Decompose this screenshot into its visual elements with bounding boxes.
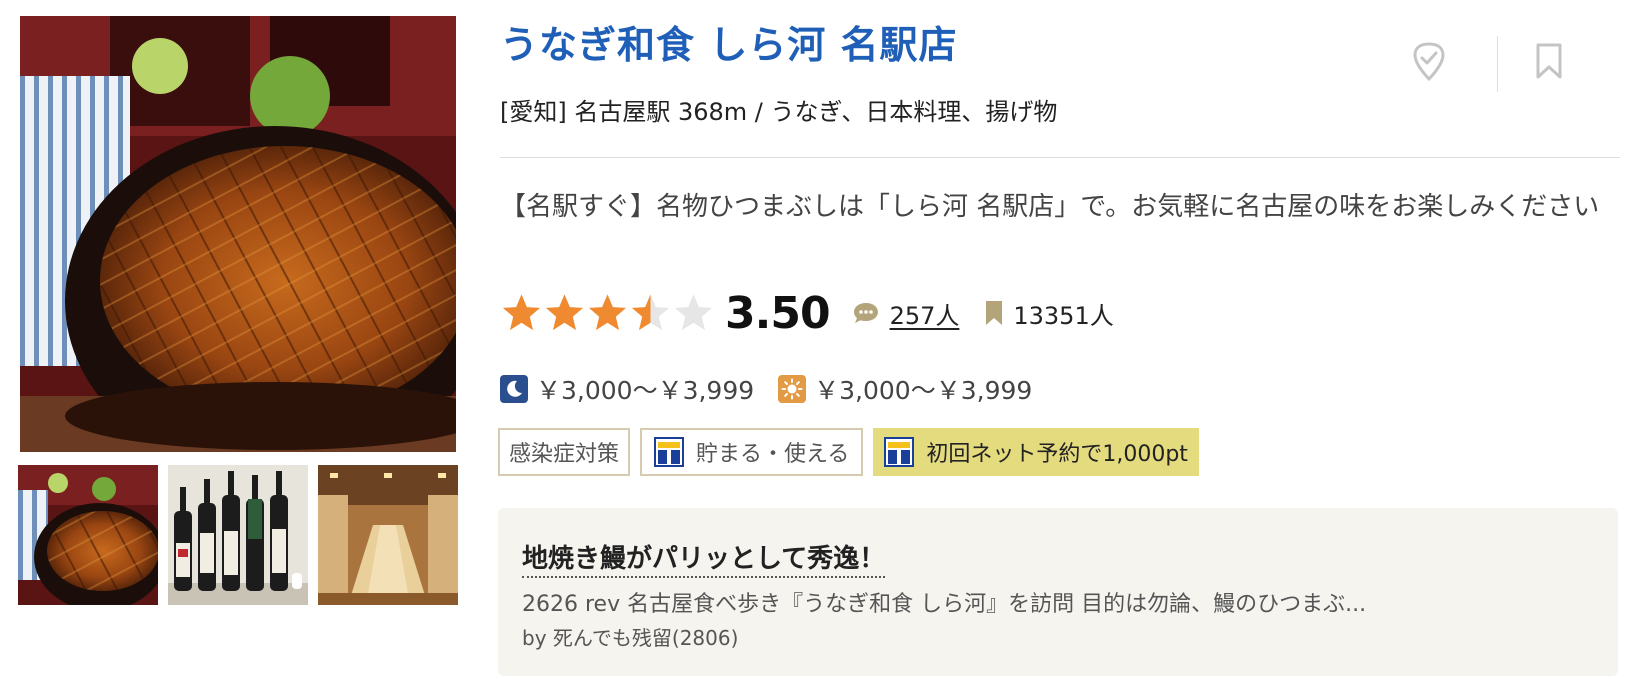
photo-thumbnails	[18, 465, 460, 605]
star-icon	[502, 294, 541, 331]
review-author: by 死んでも残留(2806)	[522, 626, 739, 650]
save-count-value: 13351人	[1013, 301, 1114, 330]
star-icon	[588, 294, 627, 331]
check-heart-icon	[1413, 42, 1445, 81]
hitsumabushi-thumb	[18, 465, 158, 605]
rating-score: 3.50	[725, 287, 831, 339]
speech-bubble-icon	[853, 303, 878, 323]
review-title-link[interactable]: 地焼き鰻がパリッとして秀逸！	[522, 538, 886, 578]
hitsumabushi-photo	[20, 16, 456, 452]
sake-bottles-thumb	[168, 465, 308, 605]
rating-row: 3.50 257人 13351人	[500, 285, 1114, 341]
top-actions	[1400, 30, 1600, 92]
review-snippet: 2626 rev 名古屋食べ歩き『うなぎ和食 しら河』を訪問 目的は勿論、鰻のひ…	[522, 592, 1367, 617]
tpoint-tag-label: 貯まる・使える	[696, 442, 850, 467]
lunch-price: ￥3,000～￥3,999	[814, 376, 1033, 405]
infection-control-tag[interactable]: 感染症対策	[498, 428, 631, 476]
save-count: 13351人	[985, 296, 1114, 331]
save-button[interactable]	[1524, 36, 1574, 86]
feature-tags: 感染症対策 貯まる・使える 初回ネット予約で1,000pt	[498, 428, 1209, 476]
t-point-icon	[884, 437, 915, 467]
promo-tag-label: 初回ネット予約で1,000pt	[926, 442, 1188, 467]
catch-copy: 【名駅すぐ】名物ひつまぶしは「しら河 名駅店」で。お気軽に名古屋の味をお楽しみく…	[500, 192, 1600, 222]
restaurant-name[interactable]: うなぎ和食 しら河 名駅店	[500, 14, 957, 69]
tpoint-tag[interactable]: 貯まる・使える	[640, 428, 864, 476]
visited-button[interactable]	[1404, 36, 1454, 86]
net-reservation-promo-tag[interactable]: 初回ネット予約で1,000pt	[873, 428, 1199, 476]
thumbnail-sake-bottles[interactable]	[168, 465, 308, 605]
main-photo[interactable]	[20, 16, 456, 452]
t-point-icon	[654, 437, 685, 467]
moon-icon	[500, 375, 528, 403]
bookmark-icon	[1536, 43, 1562, 79]
dining-room-thumb	[318, 465, 458, 605]
bookmark-icon	[986, 301, 1003, 325]
star-icon	[545, 294, 584, 331]
rating-stars	[500, 291, 715, 335]
thumbnail-dining-room[interactable]	[318, 465, 458, 605]
thumbnail-dish[interactable]	[18, 465, 158, 605]
featured-review: 地焼き鰻がパリッとして秀逸！ 2626 rev 名古屋食べ歩き『うなぎ和食 しら…	[498, 508, 1618, 676]
price-row: ￥3,000～￥3,999 ￥3,000～￥3,999	[500, 371, 1032, 407]
area-genre-line: [愛知] 名古屋駅 368m / うなぎ、日本料理、揚げ物	[500, 98, 1058, 126]
review-count[interactable]: 257人	[890, 296, 960, 331]
dinner-price: ￥3,000～￥3,999	[536, 376, 755, 405]
sun-icon	[778, 375, 807, 403]
review-count-link[interactable]: 257人	[852, 296, 960, 331]
empty-star-icon	[674, 294, 713, 331]
half-star-icon	[631, 294, 670, 331]
actions-divider	[1497, 36, 1498, 92]
header-divider	[500, 157, 1620, 158]
